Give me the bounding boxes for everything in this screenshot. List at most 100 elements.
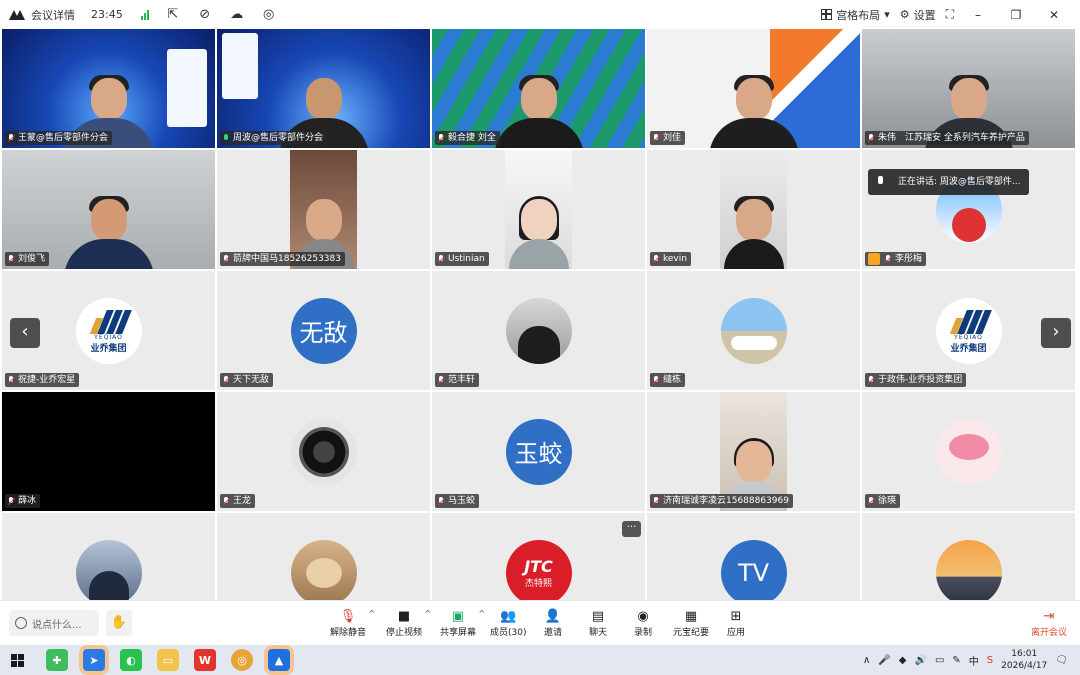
- tencent-meeting-task-icon[interactable]: ▲: [268, 649, 290, 671]
- ai-notes-button[interactable]: ▦ 元宝纪要: [673, 607, 709, 639]
- cloud-icon[interactable]: ☁: [229, 7, 245, 23]
- lark-app-icon[interactable]: ➤: [83, 649, 105, 671]
- fullscreen-icon[interactable]: ⛶: [946, 7, 954, 22]
- share-screen-button[interactable]: ▣ 共享屏幕 ^: [440, 607, 485, 639]
- network-signal-icon[interactable]: [140, 9, 149, 20]
- participant-tile[interactable]: 济南瑞诚李凌云15688863969: [647, 392, 860, 511]
- clock-date: 2026/4/17: [1001, 661, 1048, 671]
- participant-name-label: 王龙: [220, 494, 256, 508]
- avatar: [935, 539, 1002, 600]
- meeting-details-link[interactable]: 会议详情: [31, 7, 75, 23]
- participant-tile[interactable]: 箭牌中国马18526253383: [217, 150, 430, 269]
- avatar: YEQIAO 业乔集团: [935, 297, 1002, 364]
- chevron-up-icon[interactable]: ∧: [863, 655, 870, 666]
- participant-name: 徐瑛: [878, 496, 897, 506]
- ime-indicator[interactable]: 中: [969, 653, 979, 668]
- avatar-text: 玉蛟: [514, 440, 563, 468]
- host-badge-icon: [868, 253, 880, 265]
- participant-tile[interactable]: 刘佳: [647, 29, 860, 148]
- participant-tile[interactable]: [862, 513, 1075, 600]
- speaking-prefix: 正在讲话:: [898, 177, 938, 187]
- chrome-icon[interactable]: ◎: [231, 649, 253, 671]
- participant-tile[interactable]: 李彤梅 正在讲话: 周波@售后零部件...: [862, 150, 1075, 269]
- participant-tile[interactable]: 缱栋: [647, 271, 860, 390]
- microphone-icon[interactable]: 🎤: [878, 655, 890, 666]
- chat-button[interactable]: ▤ 聊天: [589, 607, 607, 639]
- mic-muted-icon: 🎙: [339, 608, 357, 624]
- security-icon[interactable]: ◆: [899, 655, 907, 666]
- apps-button[interactable]: ⊞ 应用: [727, 607, 745, 639]
- record-icon: ◉: [637, 608, 649, 624]
- prev-page-button[interactable]: ‹: [10, 318, 40, 348]
- company-logo-text: 业乔集团: [950, 343, 987, 354]
- network-icon[interactable]: ▭: [935, 655, 944, 666]
- participant-tile[interactable]: TV: [647, 513, 860, 600]
- leave-meeting-button[interactable]: ⇥ 离开会议: [1031, 607, 1067, 639]
- os-taskbar: ✚ ➤ ◐ ▭ W ◎ ▲ ∧ 🎤 ◆ 🔊 ▭ ✎ 中 S 16:01 2026…: [0, 645, 1080, 675]
- participant-tile[interactable]: 玉蛟 马玉蛟: [432, 392, 645, 511]
- mic-muted-icon: [885, 254, 892, 264]
- participant-tile[interactable]: Ustinian: [432, 150, 645, 269]
- settings-label: 设置: [913, 8, 936, 22]
- avatar-text: 无敌: [299, 319, 348, 347]
- emoji-icon[interactable]: [15, 617, 27, 629]
- layout-switch-button[interactable]: 宫格布局 ▾: [821, 7, 890, 23]
- popout-icon[interactable]: ⇱: [165, 7, 181, 23]
- hide-self-icon[interactable]: ◎: [261, 7, 277, 23]
- participant-tile[interactable]: 周波@售后零部件分会: [217, 29, 430, 148]
- participant-tile[interactable]: 范丰轩: [432, 271, 645, 390]
- green-app-icon[interactable]: ✚: [46, 649, 68, 671]
- participant-tile[interactable]: JTC 杰特熙: [432, 513, 645, 600]
- participant-video: [493, 75, 584, 148]
- participant-name-label: 于政伟-业乔投资集团: [865, 373, 967, 387]
- avatar: [290, 539, 357, 600]
- settings-button[interactable]: ⚙ 设置: [900, 7, 936, 23]
- unmute-button[interactable]: 🎙 解除静音 ^: [330, 607, 375, 639]
- file-explorer-icon[interactable]: ▭: [157, 649, 179, 671]
- raise-hand-button[interactable]: ✋: [106, 610, 132, 636]
- chevron-up-icon[interactable]: ^: [478, 609, 485, 618]
- participant-name: 刘俊飞: [18, 254, 46, 264]
- participant-tile[interactable]: 无敌天下无敌: [217, 271, 430, 390]
- mic-muted-icon: [223, 375, 230, 385]
- wps-icon[interactable]: W: [194, 649, 216, 671]
- mic-muted-icon: [653, 133, 660, 143]
- participant-tile[interactable]: 王蒙@售后零部件分会: [2, 29, 215, 148]
- members-button[interactable]: 👥 成员(30): [490, 607, 526, 639]
- participant-tile[interactable]: 王龙: [217, 392, 430, 511]
- participant-name: 王蒙@售后零部件分会: [18, 133, 109, 143]
- avatar: YEQIAO 业乔集团: [75, 297, 142, 364]
- record-button[interactable]: ◉ 录制: [634, 607, 652, 639]
- maximize-button[interactable]: ❐: [1002, 8, 1030, 22]
- notification-icon[interactable]: 🗨: [1055, 655, 1068, 666]
- participant-name: 天下无敌: [233, 375, 270, 385]
- participant-tile[interactable]: [217, 513, 430, 600]
- wechat-icon[interactable]: ◐: [120, 649, 142, 671]
- windows-start-icon[interactable]: [11, 653, 24, 667]
- next-page-button[interactable]: ›: [1041, 318, 1071, 348]
- chat-input[interactable]: 说点什么...: [9, 610, 99, 636]
- mic-muted-icon: [223, 496, 230, 506]
- invite-button[interactable]: 👤 邀请: [544, 607, 562, 639]
- volume-icon[interactable]: 🔊: [914, 655, 926, 666]
- close-button[interactable]: ✕: [1040, 8, 1068, 22]
- chevron-up-icon[interactable]: ^: [368, 609, 375, 618]
- participant-tile[interactable]: 薛冰: [2, 392, 215, 511]
- minimize-button[interactable]: –: [964, 8, 992, 22]
- participant-tile[interactable]: kevin: [647, 150, 860, 269]
- system-clock[interactable]: 16:01 2026/4/17: [1001, 648, 1047, 672]
- participant-tile[interactable]: [2, 513, 215, 600]
- pen-icon[interactable]: ✎: [952, 655, 960, 666]
- mic-muted-icon: [653, 375, 660, 385]
- more-options-button[interactable]: ···: [622, 521, 641, 537]
- chevron-up-icon[interactable]: ^: [424, 609, 431, 618]
- ai-off-icon[interactable]: ⊘: [197, 7, 213, 23]
- participant-name: Ustinian: [448, 254, 485, 264]
- participant-tile[interactable]: 毅合捷 刘全: [432, 29, 645, 148]
- participant-tile[interactable]: 刘俊飞: [2, 150, 215, 269]
- sogou-icon[interactable]: S: [987, 655, 993, 666]
- participant-tile[interactable]: 朱伟 江苏瑞安 全系列汽车养护产品: [862, 29, 1075, 148]
- participant-tile[interactable]: 徐瑛: [862, 392, 1075, 511]
- participant-name-label: 李彤梅: [865, 252, 927, 266]
- stop-video-button[interactable]: ■ 停止视频 ^: [386, 607, 431, 639]
